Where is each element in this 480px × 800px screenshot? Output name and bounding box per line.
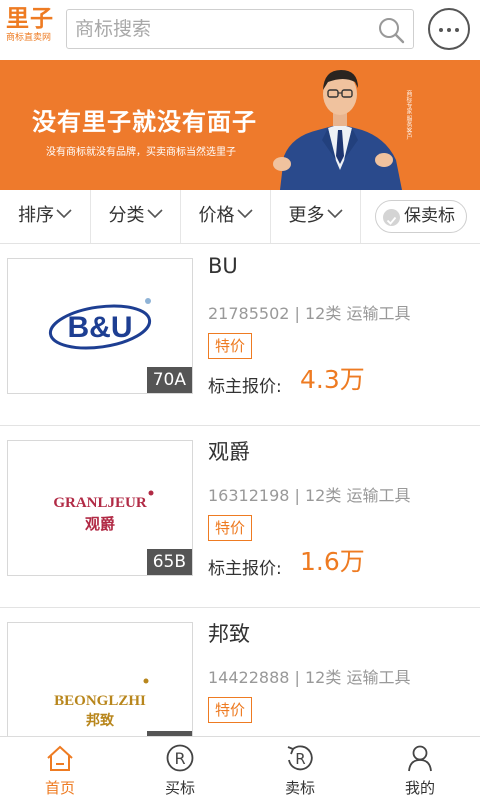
- tab-mine-label: 我的: [404, 779, 435, 797]
- listing-meta: 14422888 | 12类 运输工具: [208, 668, 411, 687]
- logo-main-text: 里子: [6, 6, 54, 32]
- filter-sort[interactable]: 排序: [0, 190, 91, 243]
- tab-sell[interactable]: R 卖标: [240, 737, 360, 800]
- listing-meta: 16312198 | 12类 运输工具: [208, 486, 411, 505]
- special-price-badge: 特价: [208, 515, 253, 541]
- check-circle-icon: [383, 209, 400, 226]
- price-label: 标主报价:: [208, 559, 282, 579]
- chevron-down-icon: [146, 209, 163, 219]
- tab-sell-label: 卖标: [284, 779, 315, 797]
- listing-name[interactable]: 观爵: [208, 436, 250, 466]
- spokesperson-image: [273, 70, 402, 190]
- banner-slogan: 没有里子就没有面子: [32, 108, 257, 136]
- tab-home[interactable]: 首页: [0, 737, 120, 800]
- trademark-logo-cn: 邦致: [86, 712, 115, 729]
- search-box[interactable]: [66, 9, 414, 49]
- list-item[interactable]: B&U 70A BU 21785502 | 12类 运输工具 特价 标主报价: …: [0, 244, 480, 426]
- listing-name[interactable]: 邦致: [208, 618, 250, 648]
- listing-code-tag: 65B: [146, 549, 192, 575]
- filter-category-label: 分类: [108, 205, 145, 226]
- listing-meta: 21785502 | 12类 运输工具: [208, 304, 411, 323]
- listing-code-tag: 70A: [146, 367, 192, 393]
- special-price-badge: 特价: [208, 333, 253, 359]
- bottom-tab-bar: 首页 R 买标 R 卖标 我的: [0, 736, 480, 800]
- list-item[interactable]: GRANLJEUR 观爵 65B 观爵 16312198 | 12类 运输工具 …: [0, 426, 480, 608]
- more-dots-icon[interactable]: [428, 8, 470, 50]
- tab-buy-label: 买标: [164, 779, 195, 797]
- home-icon: [47, 745, 73, 771]
- filter-more[interactable]: 更多: [271, 190, 361, 243]
- user-icon: [408, 745, 432, 772]
- filter-bar: 排序 分类 价格 更多 保卖标: [0, 190, 480, 244]
- banner-subtext: 没有商标就没有品牌，买卖商标当然选里子: [46, 147, 236, 158]
- search-icon[interactable]: [377, 16, 405, 44]
- filter-category[interactable]: 分类: [91, 190, 181, 243]
- search-input[interactable]: [67, 10, 367, 48]
- trademark-logo-text: BEONGLZHI: [54, 693, 146, 709]
- listing-price: 4.3万: [300, 365, 365, 394]
- app-logo[interactable]: 里子 商标直卖网: [6, 6, 62, 50]
- promo-banner[interactable]: 没有里子就没有面子 没有商标就没有品牌，买卖商标当然选里子 商标专家 服务客户: [0, 60, 480, 190]
- logo-sub-text: 商标直卖网: [6, 33, 52, 43]
- guaranteed-sale-label: 保卖标: [404, 206, 455, 226]
- guaranteed-sale-toggle[interactable]: 保卖标: [375, 200, 467, 233]
- chevron-down-icon: [236, 209, 253, 219]
- chevron-down-icon: [56, 209, 72, 219]
- registered-refresh-icon: R: [287, 745, 313, 771]
- trademark-logo-text: GRANLJEUR: [53, 495, 147, 511]
- top-bar: 里子 商标直卖网: [0, 0, 480, 60]
- filter-more-label: 更多: [288, 205, 325, 226]
- listing-name[interactable]: BU: [208, 254, 238, 278]
- svg-text:R: R: [295, 750, 305, 768]
- trademark-thumbnail[interactable]: GRANLJEUR 观爵 65B: [7, 440, 193, 576]
- special-price-badge: 特价: [208, 697, 253, 723]
- registered-icon: R: [166, 744, 194, 772]
- banner-side-note: 商标专家 服务客户: [405, 90, 412, 140]
- tab-mine[interactable]: 我的: [360, 737, 480, 800]
- trademark-thumbnail[interactable]: B&U 70A: [7, 258, 193, 394]
- trademark-logo-text: B&U: [68, 311, 133, 344]
- svg-text:R: R: [174, 749, 185, 768]
- filter-sort-label: 排序: [18, 205, 54, 226]
- filter-price[interactable]: 价格: [181, 190, 271, 243]
- tab-home-label: 首页: [44, 779, 75, 797]
- filter-price-label: 价格: [198, 205, 235, 226]
- listing-price: 1.6万: [300, 547, 365, 576]
- trademark-logo-cn: 观爵: [85, 515, 115, 533]
- price-label: 标主报价:: [208, 377, 282, 397]
- tab-buy[interactable]: R 买标: [120, 737, 240, 800]
- chevron-down-icon: [326, 209, 343, 219]
